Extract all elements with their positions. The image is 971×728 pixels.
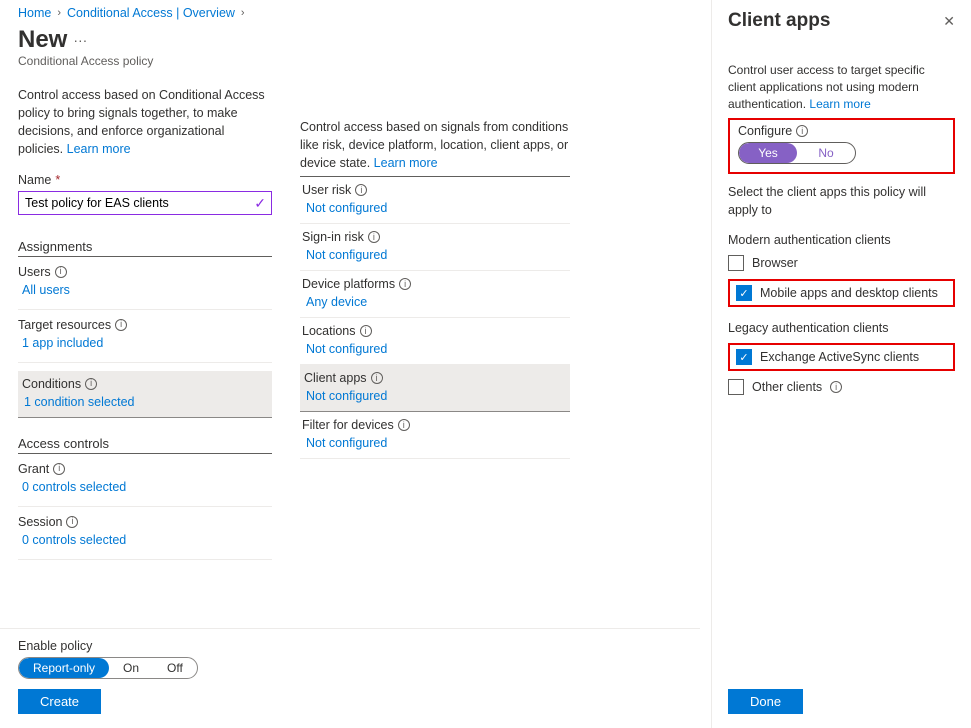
info-icon[interactable]: i xyxy=(830,381,842,393)
panel-title: Client apps xyxy=(728,10,830,32)
toggle-no[interactable]: No xyxy=(797,143,855,163)
name-label: Name* xyxy=(18,173,272,187)
panel-description: Control user access to target specific c… xyxy=(728,62,955,112)
condition-locations[interactable]: Locations i Not configured xyxy=(300,318,570,365)
select-apps-text: Select the client apps this policy will … xyxy=(728,184,955,219)
chevron-right-icon: › xyxy=(241,7,245,19)
checkbox-other-clients[interactable]: Other clients i xyxy=(728,379,955,395)
left-column: New ··· Conditional Access policy Contro… xyxy=(0,22,290,560)
info-icon: i xyxy=(368,231,380,243)
access-controls-heading: Access controls xyxy=(18,436,272,454)
condition-user-risk[interactable]: User risk i Not configured xyxy=(300,177,570,224)
create-button[interactable]: Create xyxy=(18,689,101,714)
conditions-intro: Control access based on signals from con… xyxy=(300,118,570,172)
conditions-value: 1 condition selected xyxy=(22,395,268,409)
users-label: Usersi xyxy=(18,265,272,279)
page-title: New xyxy=(18,26,67,54)
condition-client-apps[interactable]: Client apps i Not configured xyxy=(300,365,570,412)
condition-device-platforms[interactable]: Device platforms i Any device xyxy=(300,271,570,318)
enable-policy-toggle[interactable]: Report-only On Off xyxy=(18,657,198,679)
condition-value: Not configured xyxy=(302,342,566,356)
info-icon: i xyxy=(398,419,410,431)
checkbox-exchange-activesync[interactable]: ✓ Exchange ActiveSync clients xyxy=(728,343,955,371)
intro-text: Control access based on Conditional Acce… xyxy=(18,86,272,159)
more-icon[interactable]: ··· xyxy=(73,32,87,48)
checkbox-mobile-desktop[interactable]: ✓ Mobile apps and desktop clients xyxy=(728,279,955,307)
learn-more-link[interactable]: Learn more xyxy=(374,156,438,170)
info-icon: i xyxy=(371,372,383,384)
toggle-report-only[interactable]: Report-only xyxy=(19,658,109,678)
modern-auth-group: Modern authentication clients xyxy=(728,233,955,247)
target-resources-label: Target resourcesi xyxy=(18,318,272,332)
grant-label: Granti xyxy=(18,462,272,476)
configure-toggle[interactable]: Yes No xyxy=(738,142,856,164)
users-value[interactable]: All users xyxy=(18,283,272,297)
session-value[interactable]: 0 controls selected xyxy=(18,533,272,547)
condition-filter-for-devices[interactable]: Filter for devices i Not configured xyxy=(300,412,570,459)
condition-label: Sign-in risk xyxy=(302,230,364,244)
condition-label: Filter for devices xyxy=(302,418,394,432)
grant-value[interactable]: 0 controls selected xyxy=(18,480,272,494)
checkbox-icon: ✓ xyxy=(736,285,752,301)
breadcrumb-home[interactable]: Home xyxy=(18,6,51,20)
configure-block: Configurei Yes No xyxy=(728,118,955,174)
info-icon[interactable]: i xyxy=(796,125,808,137)
info-icon[interactable]: i xyxy=(55,266,67,278)
learn-more-link[interactable]: Learn more xyxy=(67,142,131,156)
breadcrumb-conditional-access[interactable]: Conditional Access | Overview xyxy=(67,6,235,20)
conditions-row[interactable]: Conditionsi 1 condition selected xyxy=(18,371,272,418)
info-icon: i xyxy=(399,278,411,290)
target-resources-value[interactable]: 1 app included xyxy=(18,336,272,350)
condition-label: User risk xyxy=(302,183,351,197)
info-icon: i xyxy=(355,184,367,196)
condition-value: Not configured xyxy=(304,389,566,403)
condition-label: Client apps xyxy=(304,371,367,385)
info-icon[interactable]: i xyxy=(53,463,65,475)
info-icon: i xyxy=(85,378,97,390)
checkbox-icon: ✓ xyxy=(736,349,752,365)
info-icon[interactable]: i xyxy=(115,319,127,331)
condition-label: Device platforms xyxy=(302,277,395,291)
info-icon[interactable]: i xyxy=(66,516,78,528)
chevron-right-icon: › xyxy=(57,7,61,19)
condition-value: Not configured xyxy=(302,436,566,450)
close-icon[interactable]: ✕ xyxy=(943,13,955,30)
client-apps-panel: Client apps ✕ Control user access to tar… xyxy=(711,0,971,728)
enable-policy-label: Enable policy xyxy=(18,639,682,653)
page-subtitle: Conditional Access policy xyxy=(18,54,272,68)
condition-value: Not configured xyxy=(302,248,566,262)
condition-value: Any device xyxy=(302,295,566,309)
condition-value: Not configured xyxy=(302,201,566,215)
configure-label: Configurei xyxy=(738,124,945,138)
toggle-yes[interactable]: Yes xyxy=(739,143,797,163)
legacy-auth-group: Legacy authentication clients xyxy=(728,321,955,335)
condition-sign-in-risk[interactable]: Sign-in risk i Not configured xyxy=(300,224,570,271)
checkbox-icon xyxy=(728,255,744,271)
toggle-on[interactable]: On xyxy=(109,658,153,678)
learn-more-link[interactable]: Learn more xyxy=(809,97,870,111)
bottom-bar: Enable policy Report-only On Off Create xyxy=(0,628,700,728)
condition-label: Locations xyxy=(302,324,356,338)
checkbox-browser[interactable]: Browser xyxy=(728,255,955,271)
assignments-heading: Assignments xyxy=(18,239,272,257)
checkbox-icon xyxy=(728,379,744,395)
toggle-off[interactable]: Off xyxy=(153,658,197,678)
info-icon: i xyxy=(360,325,372,337)
session-label: Sessioni xyxy=(18,515,272,529)
conditions-column: Control access based on signals from con… xyxy=(290,22,580,560)
name-input[interactable] xyxy=(18,191,272,215)
done-button[interactable]: Done xyxy=(728,689,803,714)
